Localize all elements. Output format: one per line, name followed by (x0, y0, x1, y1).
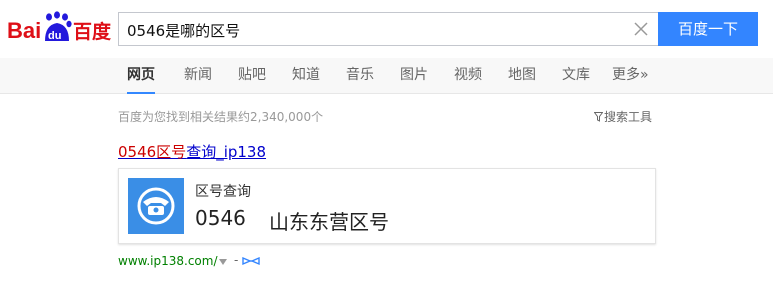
trust-badge-icon[interactable] (242, 256, 260, 266)
search-query-text[interactable]: 0546是哪的区号 (127, 20, 240, 41)
result-url[interactable]: www.ip138.com/ (118, 254, 218, 268)
tab-zhidao[interactable]: 知道 (292, 58, 320, 94)
search-tools-button[interactable]: 搜索工具 (594, 108, 652, 125)
logo-du-text: du (48, 30, 61, 42)
tab-map[interactable]: 地图 (508, 58, 536, 94)
phone-icon (137, 187, 175, 225)
chevron-down-icon[interactable] (219, 259, 227, 265)
tab-more[interactable]: 更多» (612, 58, 649, 94)
tab-video[interactable]: 视频 (454, 58, 482, 94)
search-tools-label: 搜索工具 (604, 110, 653, 124)
funnel-icon (594, 112, 603, 122)
card-region: 山东东营区号 (269, 210, 389, 234)
header: Bai du 百度 0546是哪的区号 百度一下 (0, 0, 773, 58)
tab-wenku[interactable]: 文库 (562, 58, 590, 94)
phone-icon-tile (128, 178, 184, 234)
tab-images[interactable]: 图片 (400, 58, 428, 94)
baidu-logo-svg: Bai du 百度 (7, 11, 111, 43)
baidu-logo[interactable]: Bai du 百度 (7, 11, 111, 45)
result-title-rest: 查询_ip138 (186, 143, 267, 161)
tab-news[interactable]: 新闻 (184, 58, 212, 94)
area-code-card[interactable]: 区号查询 0546 山东东营区号 (118, 168, 656, 244)
logo-bai-text: Bai (7, 18, 41, 43)
tab-tieba[interactable]: 贴吧 (238, 58, 266, 94)
card-area-code: 0546 (195, 206, 246, 230)
search-input[interactable]: 0546是哪的区号 (118, 12, 658, 46)
logo-cn-text: 百度 (73, 20, 111, 43)
clear-icon[interactable] (632, 20, 650, 38)
url-separator: - (234, 253, 239, 267)
tab-web[interactable]: 网页 (127, 58, 155, 94)
result-title-highlight: 0546区号 (118, 143, 187, 161)
search-tabs: 网页 新闻 贴吧 知道 音乐 图片 视频 地图 文库 更多» (0, 58, 773, 94)
result-title-link[interactable]: 0546区号查询_ip138 (118, 141, 266, 162)
result-count: 百度为您找到相关结果约2,340,000个 (118, 110, 324, 124)
search-button[interactable]: 百度一下 (658, 12, 758, 46)
card-label: 区号查询 (195, 184, 251, 200)
tab-music[interactable]: 音乐 (346, 58, 374, 94)
